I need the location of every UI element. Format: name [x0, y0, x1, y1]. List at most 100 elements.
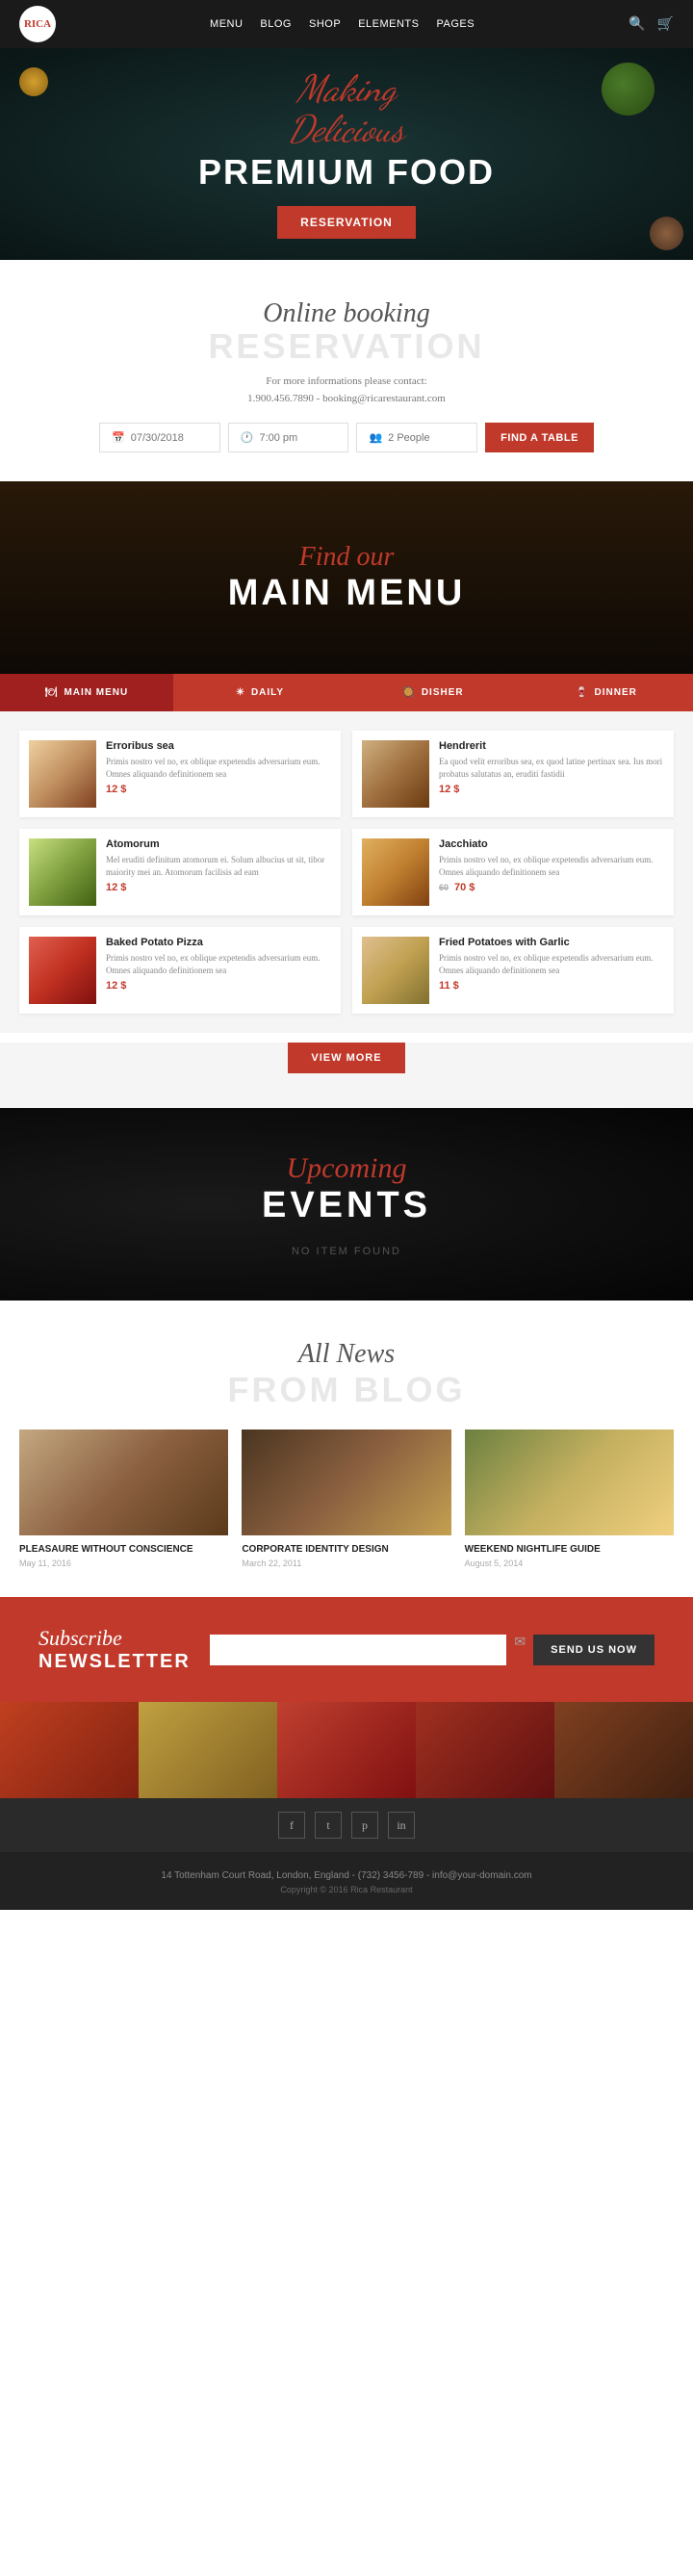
newsletter-email-input[interactable]	[210, 1635, 507, 1665]
menu-name-6: Fried Potatoes with Garlic	[439, 937, 664, 948]
menu-image-1	[29, 740, 96, 808]
menu-image-3	[29, 838, 96, 906]
search-icon[interactable]: 🔍	[629, 16, 645, 33]
menu-grid: Erroribus sea Primis nostro vel no, ex o…	[0, 711, 693, 1033]
menu-price-6: 11 $	[439, 980, 664, 992]
reservation-title: RESERVATION	[19, 329, 674, 364]
tab-dinner[interactable]: 🍷 DINNER	[520, 674, 693, 711]
daily-icon: ☀	[236, 687, 245, 698]
menu-card-6: Fried Potatoes with Garlic Primis nostro…	[352, 927, 674, 1014]
menu-name-1: Erroribus sea	[106, 740, 331, 752]
food-decoration-spice	[19, 67, 48, 96]
social-section: f t p in	[0, 1798, 693, 1852]
menu-info-4: Jacchiato Primis nostro vel no, ex obliq…	[439, 838, 664, 893]
menu-desc-5: Primis nostro vel no, ex oblique expeten…	[106, 952, 331, 976]
tab-disher[interactable]: 🥘 DISHER	[346, 674, 520, 711]
blog-card-2[interactable]: CORPORATE IDENTITY DESIGN March 22, 2011	[242, 1430, 450, 1568]
menu-name-4: Jacchiato	[439, 838, 664, 850]
menu-desc-6: Primis nostro vel no, ex oblique expeten…	[439, 952, 664, 976]
blog-card-3[interactable]: WEEKEND NIGHTLIFE GUIDE August 5, 2014	[465, 1430, 674, 1568]
calendar-icon: 📅	[112, 431, 125, 444]
view-more-button[interactable]: VIEW MORE	[288, 1043, 404, 1073]
menu-info-2: Hendrerit Ea quod velit erroribus sea, e…	[439, 740, 664, 795]
tab-daily-label: DAILY	[251, 687, 284, 698]
tab-daily[interactable]: ☀ DAILY	[173, 674, 346, 711]
date-input-wrapper: 📅	[99, 423, 220, 452]
blog-image-2	[242, 1430, 450, 1535]
blog-section: All News FROM BLOG PLEASAURE WITHOUT CON…	[0, 1301, 693, 1597]
time-input-wrapper: 🕐	[228, 423, 349, 452]
cart-icon[interactable]: 🛒	[657, 16, 674, 33]
facebook-icon[interactable]: f	[278, 1812, 305, 1839]
blog-image-3	[465, 1430, 674, 1535]
find-table-button[interactable]: FIND A TABLE	[485, 423, 594, 452]
blog-card-1[interactable]: PLEASAURE WITHOUT CONSCIENCE May 11, 201…	[19, 1430, 228, 1568]
menu-desc-3: Mel eruditi definitum atomorum ei. Solum…	[106, 854, 331, 878]
menu-card-5: Baked Potato Pizza Primis nostro vel no,…	[19, 927, 341, 1014]
find-our-label: Find our	[228, 542, 466, 573]
menu-card-1: Erroribus sea Primis nostro vel no, ex o…	[19, 731, 341, 817]
main-nav: MENU BLOG SHOP ELEMENTS PAGES	[210, 18, 475, 30]
nav-blog[interactable]: BLOG	[260, 18, 292, 30]
gallery-item-1	[0, 1702, 139, 1798]
guests-input[interactable]	[388, 432, 465, 444]
people-icon: 👥	[369, 431, 382, 444]
reservation-script: Online booking	[19, 298, 674, 329]
newsletter-form: ✉ SEND US NOW	[210, 1635, 654, 1665]
menu-card-2: Hendrerit Ea quod velit erroribus sea, e…	[352, 731, 674, 817]
menu-desc-4: Primis nostro vel no, ex oblique expeten…	[439, 854, 664, 878]
view-more-wrapper: VIEW MORE	[0, 1043, 693, 1108]
menu-desc-1: Primis nostro vel no, ex oblique expeten…	[106, 756, 331, 780]
newsletter-section: Subscribe NEWSLETTER ✉ SEND US NOW	[0, 1597, 693, 1702]
date-input[interactable]	[131, 432, 208, 444]
menu-price-4: 70 $	[454, 882, 475, 893]
food-decoration-lime	[602, 63, 654, 116]
food-gallery	[0, 1702, 693, 1798]
menu-old-price-4: 60	[439, 883, 449, 892]
menu-desc-2: Ea quod velit erroribus sea, ex quod lat…	[439, 756, 664, 780]
blog-date-2: March 22, 2011	[242, 1558, 450, 1568]
time-input[interactable]	[259, 432, 336, 444]
main-menu-content: Find our MAIN MENU	[228, 542, 466, 614]
footer-address: 14 Tottenham Court Road, London, England…	[19, 1868, 674, 1885]
guests-input-wrapper: 👥	[356, 423, 477, 452]
logo[interactable]: RICA	[19, 6, 56, 42]
subscribe-script: Subscribe	[38, 1626, 191, 1651]
tab-dinner-label: DINNER	[595, 687, 637, 698]
disher-icon: 🥘	[402, 687, 415, 698]
price-row-4: 60 70 $	[439, 878, 664, 893]
nav-pages[interactable]: PAGES	[436, 18, 475, 30]
nav-shop[interactable]: SHOP	[309, 18, 341, 30]
menu-name-5: Baked Potato Pizza	[106, 937, 331, 948]
blog-title-3: WEEKEND NIGHTLIFE GUIDE	[465, 1543, 674, 1556]
menu-price-1: 12 $	[106, 784, 331, 795]
menu-info-1: Erroribus sea Primis nostro vel no, ex o…	[106, 740, 331, 795]
events-section: Upcoming EVENTS NO ITEM FOUND	[0, 1108, 693, 1301]
menu-price-3: 12 $	[106, 882, 331, 893]
blog-grid: PLEASAURE WITHOUT CONSCIENCE May 11, 201…	[19, 1430, 674, 1568]
all-news-script: All News	[19, 1339, 674, 1370]
nav-elements[interactable]: ELEMENTS	[358, 18, 419, 30]
events-content: Upcoming EVENTS NO ITEM FOUND	[262, 1152, 431, 1257]
fork-icon: 🍽	[45, 687, 59, 698]
from-blog-title: FROM BLOG	[19, 1370, 674, 1410]
menu-card-3: Atomorum Mel eruditi definitum atomorum …	[19, 829, 341, 915]
linkedin-icon[interactable]: in	[388, 1812, 415, 1839]
events-title: EVENTS	[262, 1185, 431, 1226]
twitter-icon[interactable]: t	[315, 1812, 342, 1839]
main-menu-section: Find our MAIN MENU	[0, 481, 693, 674]
send-us-now-button[interactable]: SEND US NOW	[533, 1635, 654, 1665]
nav-menu[interactable]: MENU	[210, 18, 243, 30]
main-menu-title: MAIN MENU	[228, 573, 466, 614]
dinner-icon: 🍷	[576, 687, 588, 698]
pinterest-icon[interactable]: p	[351, 1812, 378, 1839]
header-icons: 🔍 🛒	[629, 16, 674, 33]
no-item-label: NO ITEM FOUND	[262, 1246, 431, 1257]
site-header: RICA MENU BLOG SHOP ELEMENTS PAGES 🔍 🛒	[0, 0, 693, 48]
menu-price-5: 12 $	[106, 980, 331, 992]
reservation-form: 📅 🕐 👥 FIND A TABLE	[19, 423, 674, 452]
gallery-item-2	[139, 1702, 277, 1798]
tab-main-menu[interactable]: 🍽 MAIN MENU	[0, 674, 173, 711]
hero-reservation-button[interactable]: RESERVATION	[277, 206, 416, 239]
reservation-section: Online booking RESERVATION For more info…	[0, 260, 693, 481]
